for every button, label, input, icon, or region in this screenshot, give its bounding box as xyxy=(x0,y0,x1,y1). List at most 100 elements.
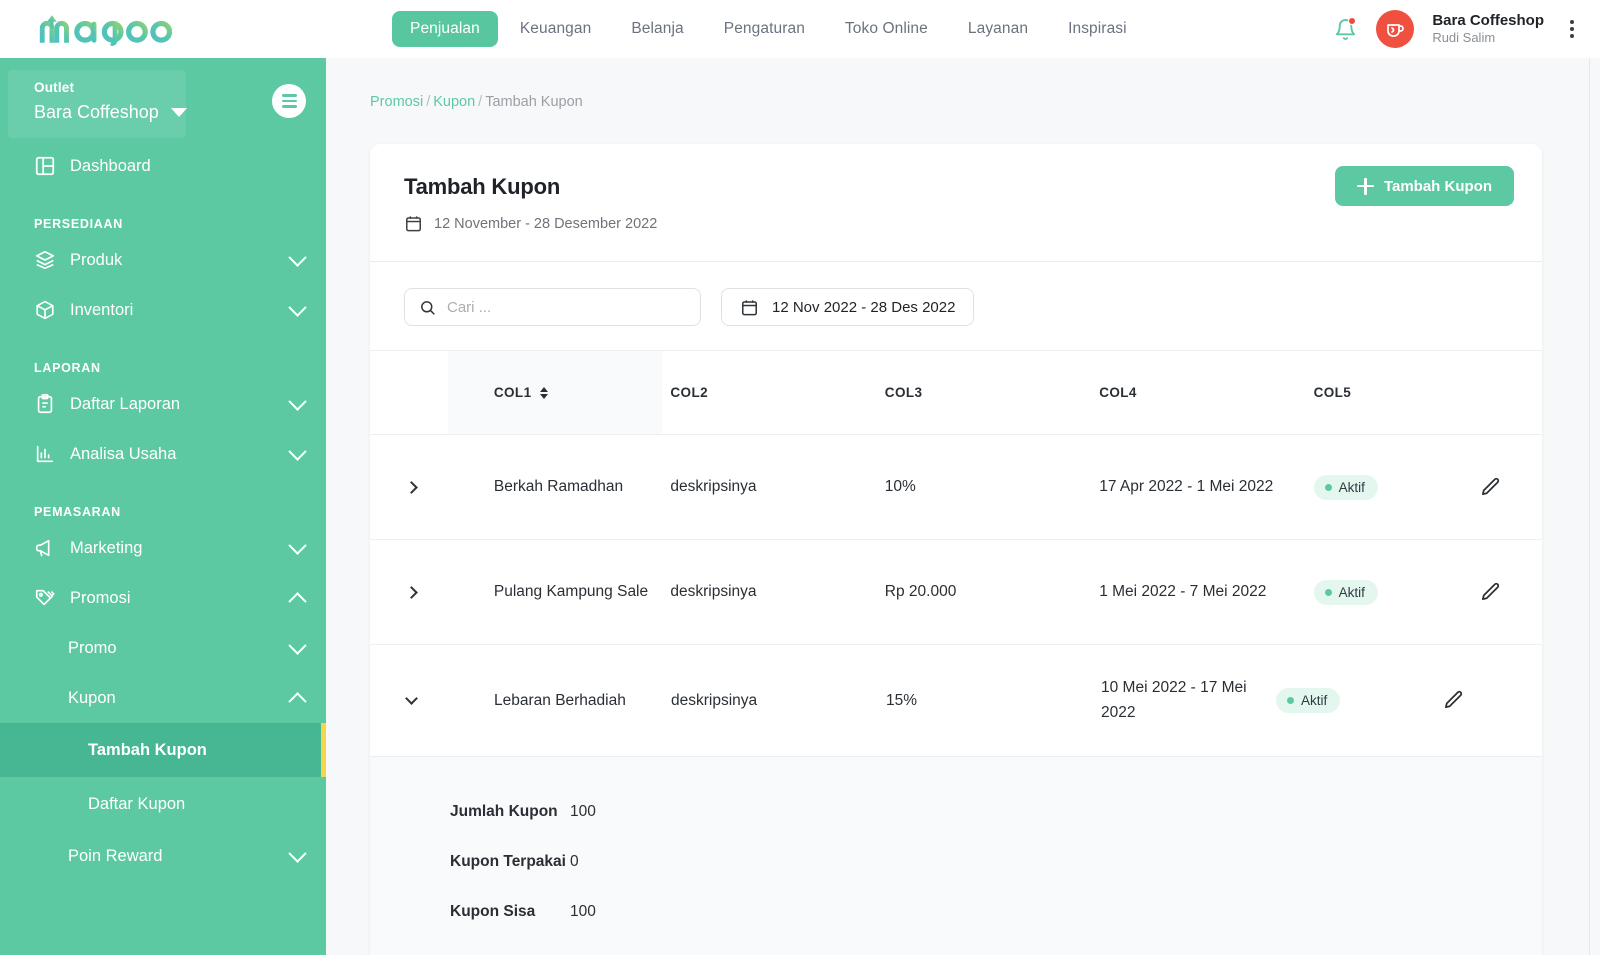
chevron-down-icon xyxy=(288,535,307,555)
sidebar-item-promosi[interactable]: Promosi xyxy=(0,573,326,623)
brand-logo[interactable] xyxy=(0,12,330,46)
sidebar-item-daftar-kupon[interactable]: Daftar Kupon xyxy=(0,777,326,831)
viewport-edge-line xyxy=(1589,58,1590,955)
row-col1: Lebaran Berhadiah xyxy=(494,691,626,709)
status-badge-label: Aktif xyxy=(1301,693,1328,708)
detail-label: Jumlah Kupon xyxy=(450,803,558,820)
sidebar-item-analisa-usaha[interactable]: Analisa Usaha xyxy=(0,429,326,479)
table-row[interactable]: Berkah Ramadhan deskripsinya 10% 17 Apr … xyxy=(370,435,1542,540)
breadcrumb-item-promosi[interactable]: Promosi xyxy=(370,94,423,110)
card-header: Tambah Kupon 12 November - 28 Desember 2… xyxy=(370,144,1542,233)
tags-icon xyxy=(34,587,60,609)
search-input[interactable] xyxy=(447,298,686,316)
main-content: Promosi / Kupon / Tambah Kupon Tambah Kupon … xyxy=(326,58,1600,955)
add-kupon-button[interactable]: Tambah Kupon xyxy=(1334,166,1514,206)
search-box[interactable] xyxy=(404,288,701,326)
box-stack-icon xyxy=(34,249,60,271)
row-col3: 10% xyxy=(884,478,916,495)
status-badge: Aktif xyxy=(1276,688,1341,713)
user-info[interactable]: Bara Coffeshop Rudi Salim xyxy=(1432,12,1544,47)
date-filter-button[interactable]: 12 Nov 2022 - 28 Des 2022 xyxy=(721,288,975,326)
sidebar-item-produk[interactable]: Produk xyxy=(0,235,326,285)
sidebar-item-label: Tambah Kupon xyxy=(88,740,207,759)
chevron-right-icon[interactable] xyxy=(400,581,422,603)
date-range-text: 12 November - 28 Desember 2022 xyxy=(434,215,658,232)
bell-icon[interactable] xyxy=(1332,16,1358,42)
sidebar-item-tambah-kupon[interactable]: Tambah Kupon xyxy=(0,723,326,777)
search-icon xyxy=(421,300,435,315)
sidebar-item-marketing[interactable]: Marketing xyxy=(0,523,326,573)
sidebar-section-laporan: LAPORAN xyxy=(34,361,101,375)
chevron-down-icon xyxy=(288,391,307,411)
table-row[interactable]: Pulang Kampung Sale deskripsinya Rp 20.0… xyxy=(370,540,1542,645)
sidebar-item-label: Poin Reward xyxy=(68,846,163,865)
status-badge-label: Aktif xyxy=(1338,479,1365,495)
hamburger-icon[interactable] xyxy=(272,84,306,118)
sidebar-item-inventori[interactable]: Inventori xyxy=(0,285,326,335)
row-col4: 1 Mei 2022 - 7 Mei 2022 xyxy=(1099,583,1267,600)
sidebar-item-dashboard[interactable]: Dashboard xyxy=(0,141,326,191)
sidebar: Outlet Bara Coffeshop Dashboard PERSEDIA… xyxy=(0,58,326,955)
table-header-col4[interactable]: COL4 xyxy=(1091,385,1305,400)
edit-pencil-icon[interactable] xyxy=(1479,476,1502,499)
sidebar-item-label: Produk xyxy=(70,250,123,269)
chevron-up-icon xyxy=(288,691,307,711)
edit-pencil-icon[interactable] xyxy=(1479,581,1502,604)
sidebar-item-kupon[interactable]: Kupon xyxy=(34,673,326,723)
table-header-col3[interactable]: COL3 xyxy=(877,385,1091,400)
chevron-down-icon[interactable] xyxy=(400,690,422,712)
table-header-col2[interactable]: COL2 xyxy=(662,385,876,400)
topnav-item-keuangan[interactable]: Keuangan xyxy=(502,11,609,47)
app-root: Penjualan Keuangan Belanja Pengaturan To… xyxy=(0,0,1600,955)
row-col1: Pulang Kampung Sale xyxy=(493,583,649,600)
detail-row: Kupon Sisa 100 xyxy=(370,887,1542,937)
row-actions xyxy=(1438,476,1542,499)
topnav-item-toko-online[interactable]: Toko Online xyxy=(827,11,946,47)
detail-row: Kupon Terpakai 0 xyxy=(370,837,1542,887)
table-header-col5[interactable]: COL5 xyxy=(1306,385,1439,400)
user-name: Bara Coffeshop xyxy=(1432,11,1544,29)
detail-row: Jumlah Kupon 100 xyxy=(370,787,1542,837)
sidebar-section-persediaan: PERSEDIAAN xyxy=(34,217,123,231)
table-body: Berkah Ramadhan deskripsinya 10% 17 Apr … xyxy=(370,435,1542,955)
topnav-item-pengaturan[interactable]: Pengaturan xyxy=(706,11,823,47)
avatar[interactable] xyxy=(1376,10,1415,48)
topnav-item-inspirasi[interactable]: Inspirasi xyxy=(1050,11,1145,47)
sidebar-item-label: Dashboard xyxy=(70,156,151,175)
topnav-item-layanan[interactable]: Layanan xyxy=(950,11,1046,47)
status-dot-icon xyxy=(1287,697,1294,704)
row-col1: Berkah Ramadhan xyxy=(493,478,624,495)
sidebar-item-label: Inventori xyxy=(70,300,134,319)
outlet-name: Bara Coffeshop xyxy=(34,102,159,122)
sidebar-item-daftar-laporan[interactable]: Daftar Laporan xyxy=(0,379,326,429)
kebab-menu-icon[interactable] xyxy=(1562,14,1582,44)
topnav-item-penjualan[interactable]: Penjualan xyxy=(392,11,498,47)
chevron-up-icon xyxy=(288,591,307,611)
date-filter-value: 12 Nov 2022 - 28 Des 2022 xyxy=(772,298,956,316)
chevron-down-icon xyxy=(288,441,307,461)
outlet-label: Outlet xyxy=(34,80,75,95)
sidebar-item-label: Marketing xyxy=(70,538,143,557)
coffee-cup-icon xyxy=(1387,24,1405,37)
table-header-col1[interactable]: COL1 xyxy=(447,351,663,434)
sidebar-section-pemasaran: PEMASARAN xyxy=(34,505,121,519)
sidebar-item-promo[interactable]: Promo xyxy=(34,623,326,673)
breadcrumb-item-kupon[interactable]: Kupon xyxy=(433,94,475,110)
expanded-detail-panel: Jumlah Kupon 100 Kupon Terpakai 0 Kupon … xyxy=(370,757,1542,955)
row-col5: Aktif xyxy=(1306,474,1439,500)
edit-pencil-icon[interactable] xyxy=(1442,689,1465,712)
chevron-down-icon xyxy=(288,297,307,317)
sidebar-item-poin-reward[interactable]: Poin Reward xyxy=(0,831,326,881)
topnav-item-belanja[interactable]: Belanja xyxy=(613,11,701,47)
table-header-col1-label: COL1 xyxy=(493,385,532,400)
sidebar-item-label: Kupon xyxy=(68,688,116,707)
top-bar: Penjualan Keuangan Belanja Pengaturan To… xyxy=(0,0,1600,58)
sidebar-item-label: Daftar Kupon xyxy=(88,794,186,813)
breadcrumb-separator: / xyxy=(426,94,431,110)
chevron-right-icon[interactable] xyxy=(400,476,422,498)
filter-bar: 12 Nov 2022 - 28 Des 2022 xyxy=(370,262,1542,326)
dashboard-icon xyxy=(34,155,60,177)
sort-arrows-icon[interactable] xyxy=(540,386,549,399)
table-row[interactable]: Lebaran Berhadiah deskripsinya 15% 10 Me… xyxy=(370,645,1542,757)
promosi-submenu: Promo Kupon xyxy=(0,623,326,723)
